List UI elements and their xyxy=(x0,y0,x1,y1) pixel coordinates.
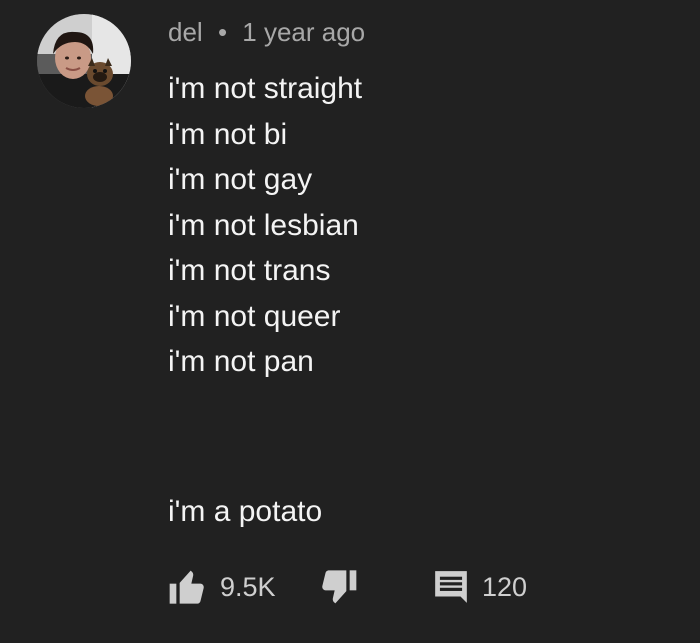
comment-timestamp[interactable]: 1 year ago xyxy=(242,17,365,47)
avatar[interactable] xyxy=(37,14,131,108)
comment-line: i'm not straight xyxy=(168,72,363,105)
avatar-image xyxy=(37,14,131,108)
thumbs-up-icon xyxy=(168,567,208,607)
comment-line: i'm not pan xyxy=(168,345,314,378)
thumbs-down-icon xyxy=(318,567,358,607)
comment-line: i'm not bi xyxy=(168,117,288,151)
dislike-button[interactable] xyxy=(318,563,358,611)
comment-line: i'm not trans xyxy=(168,254,331,287)
comment-line: i'm not queer xyxy=(168,299,341,333)
author-name[interactable]: del xyxy=(168,17,203,47)
comment-card: del • 1 year ago i'm not straight i'm no… xyxy=(0,0,700,643)
meta-separator: • xyxy=(217,17,228,47)
comment-icon xyxy=(432,567,470,607)
comment-action-bar: 9.5K 120 xyxy=(168,563,568,611)
reply-count: 120 xyxy=(482,572,528,602)
replies-button[interactable]: 120 xyxy=(432,563,527,611)
like-button[interactable]: 9.5K xyxy=(168,563,276,611)
comment-header: del • 1 year ago xyxy=(168,14,365,50)
comment-line: i'm not lesbian xyxy=(168,208,359,242)
comment-text: i'm not straight i'm not bi i'm not gay … xyxy=(168,66,362,385)
like-count: 9.5K xyxy=(220,572,276,602)
comment-line: i'm not gay xyxy=(168,163,313,196)
comment-punchline: i'm a potato xyxy=(168,495,323,528)
